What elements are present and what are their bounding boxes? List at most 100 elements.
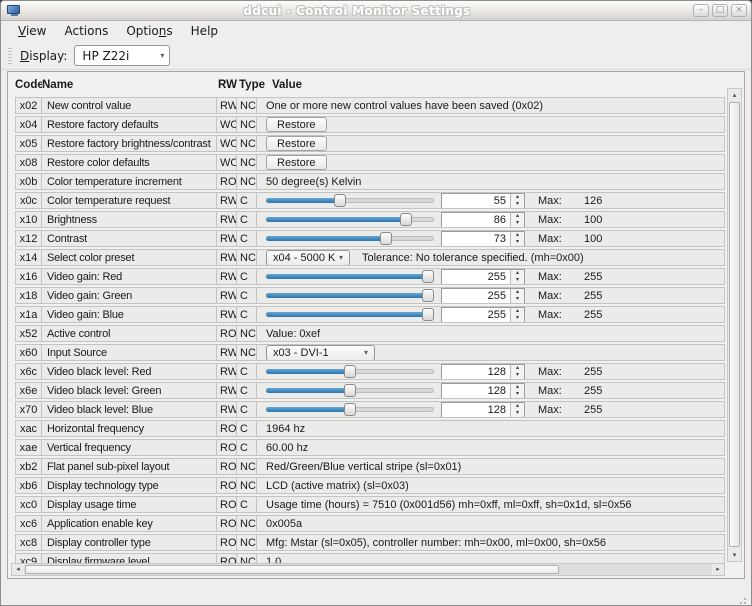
- spin-up-icon[interactable]: ▴: [511, 403, 524, 410]
- menu-item-actions[interactable]: Actions: [55, 22, 117, 41]
- spin-up-icon[interactable]: ▴: [511, 194, 524, 201]
- max-label: Max:: [538, 233, 584, 245]
- spin-up-icon[interactable]: ▴: [511, 384, 524, 391]
- slider-handle[interactable]: [380, 232, 392, 245]
- cell-value: 128▴▾ Max:255: [256, 382, 725, 399]
- cell-rw: RO: [216, 420, 237, 437]
- slider-handle[interactable]: [344, 365, 356, 378]
- slider-x0c[interactable]: [266, 193, 434, 208]
- slider-handle[interactable]: [334, 194, 346, 207]
- cell-value: 1964 hz: [256, 420, 725, 437]
- cell-value: 128▴▾Max:255: [256, 401, 725, 418]
- cell-code: x10: [15, 211, 42, 228]
- vertical-scrollbar[interactable]: ▴ ▾: [727, 88, 742, 562]
- slider-x6c[interactable]: [266, 364, 434, 379]
- spin-down-icon[interactable]: ▾: [511, 220, 524, 227]
- max-label: Max:: [538, 290, 584, 302]
- spinbox-value: 55: [442, 194, 510, 208]
- spinbox-x1a[interactable]: 255▴▾: [441, 307, 525, 323]
- spin-down-icon[interactable]: ▾: [511, 239, 524, 246]
- vertical-scrollbar-thumb[interactable]: [729, 102, 740, 547]
- slider-fill: [266, 236, 389, 241]
- restore-button[interactable]: Restore: [266, 117, 327, 132]
- slider-x16[interactable]: [266, 269, 434, 284]
- cell-name: Active control: [41, 325, 217, 342]
- spin-up-icon[interactable]: ▴: [511, 308, 524, 315]
- slider-handle[interactable]: [344, 384, 356, 397]
- input-source-combobox[interactable]: x03 - DVI-1▾: [266, 345, 375, 361]
- slider-handle[interactable]: [400, 213, 412, 226]
- titlebar[interactable]: ddcui - Control Monitor Settings – □ ×: [1, 1, 751, 21]
- slider-x1a[interactable]: [266, 307, 434, 322]
- spin-down-icon[interactable]: ▾: [511, 410, 524, 417]
- cell-type: NC: [236, 116, 257, 133]
- max-label: Max:: [538, 385, 584, 397]
- restore-button[interactable]: Restore: [266, 155, 327, 170]
- spin-down-icon[interactable]: ▾: [511, 277, 524, 284]
- spinbox-buttons: ▴▾: [510, 384, 524, 398]
- slider-handle[interactable]: [422, 308, 434, 321]
- spinbox-x0c[interactable]: 55▴▾: [441, 193, 525, 209]
- slider-x12[interactable]: [266, 231, 434, 246]
- slider-x18[interactable]: [266, 288, 434, 303]
- restore-button[interactable]: Restore: [266, 136, 327, 151]
- cell-code: x52: [15, 325, 42, 342]
- table-row: x05Restore factory brightness/contrastWO…: [15, 135, 725, 152]
- menu-item-help[interactable]: Help: [182, 22, 227, 41]
- scroll-right-icon[interactable]: ▸: [712, 564, 724, 575]
- spinbox-x16[interactable]: 255▴▾: [441, 269, 525, 285]
- max-value: 255: [584, 385, 602, 397]
- spin-up-icon[interactable]: ▴: [511, 365, 524, 372]
- cell-name: Restore color defaults: [41, 154, 217, 171]
- slider-handle[interactable]: [422, 289, 434, 302]
- slider-x10[interactable]: [266, 212, 434, 227]
- menu-item-options[interactable]: Options: [117, 22, 181, 41]
- table-row: x08Restore color defaultsWONCRestore: [15, 154, 725, 171]
- horizontal-scrollbar-thumb[interactable]: [25, 565, 559, 574]
- slider-handle[interactable]: [422, 270, 434, 283]
- cell-name: Vertical frequency: [41, 439, 217, 456]
- scroll-up-icon[interactable]: ▴: [728, 89, 741, 101]
- spin-down-icon[interactable]: ▾: [511, 315, 524, 322]
- spinbox-x10[interactable]: 86▴▾: [441, 212, 525, 228]
- slider-x70[interactable]: [266, 402, 434, 417]
- spinbox-x6e[interactable]: 128▴▾: [441, 383, 525, 399]
- slider-x6e[interactable]: [266, 383, 434, 398]
- display-combobox[interactable]: HP Z22i ▾: [74, 45, 170, 66]
- column-header-name: Name: [42, 79, 218, 91]
- spin-down-icon[interactable]: ▾: [511, 201, 524, 208]
- slider-handle[interactable]: [344, 403, 356, 416]
- spin-up-icon[interactable]: ▴: [511, 213, 524, 220]
- cell-name: New control value: [41, 97, 217, 114]
- minimize-button[interactable]: –: [693, 4, 709, 17]
- table-row: x1aVideo gain: BlueRWC255▴▾Max:255: [15, 306, 725, 323]
- maximize-button[interactable]: □: [712, 4, 728, 17]
- spin-down-icon[interactable]: ▾: [511, 296, 524, 303]
- value-text: Usage time (hours) = 7510 (0x001d56) mh=…: [266, 499, 632, 511]
- spin-up-icon[interactable]: ▴: [511, 289, 524, 296]
- spinbox-x18[interactable]: 255▴▾: [441, 288, 525, 304]
- spin-up-icon[interactable]: ▴: [511, 270, 524, 277]
- color-preset-combobox[interactable]: x04 - 5000 K▾: [266, 250, 350, 266]
- spin-up-icon[interactable]: ▴: [511, 232, 524, 239]
- spin-down-icon[interactable]: ▾: [511, 391, 524, 398]
- toolbar-grip-icon[interactable]: [8, 48, 12, 64]
- scroll-down-icon[interactable]: ▾: [728, 549, 741, 561]
- spinbox-x6c[interactable]: 128▴▾: [441, 364, 525, 380]
- cell-rw: RW: [216, 192, 237, 209]
- spinbox-x12[interactable]: 73▴▾: [441, 231, 525, 247]
- cell-rw: RO: [216, 477, 237, 494]
- horizontal-scrollbar[interactable]: ◂ ▸: [11, 563, 725, 576]
- close-button[interactable]: ×: [731, 4, 747, 17]
- cell-value: 50 degree(s) Kelvin: [256, 173, 725, 190]
- cell-code: xae: [15, 439, 42, 456]
- resize-grip[interactable]: [744, 598, 746, 600]
- cell-type: NC: [236, 553, 257, 563]
- spinbox-buttons: ▴▾: [510, 194, 524, 208]
- menu-item-view[interactable]: View: [9, 22, 55, 41]
- spin-down-icon[interactable]: ▾: [511, 372, 524, 379]
- table-row: x0cColor temperature requestRWC55▴▾Max:1…: [15, 192, 725, 209]
- cell-type: C: [236, 420, 257, 437]
- scroll-left-icon[interactable]: ◂: [12, 564, 24, 575]
- spinbox-x70[interactable]: 128▴▾: [441, 402, 525, 418]
